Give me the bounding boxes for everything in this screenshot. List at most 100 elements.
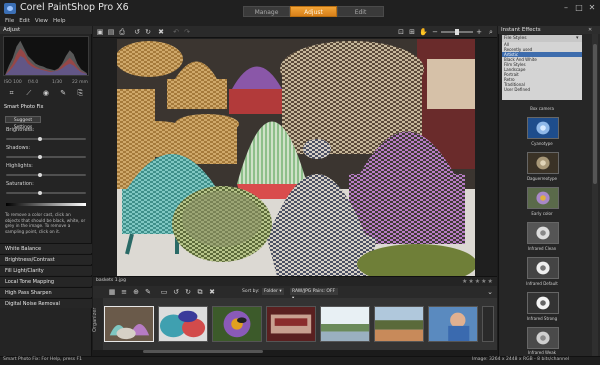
effect-cyanotype[interactable] <box>527 117 559 139</box>
effect-daguerreotype[interactable] <box>527 152 559 174</box>
smart-photo-fix-help: To remove a color cast, click an objects… <box>5 212 86 234</box>
actual-size-icon[interactable]: ⊞ <box>408 28 416 36</box>
effect-infrared-default[interactable] <box>527 257 559 279</box>
maximize-button[interactable]: □ <box>574 3 584 12</box>
rating-stars-icon[interactable]: ★★★★★ <box>462 278 494 285</box>
tag-icon[interactable]: ⊕ <box>132 288 140 296</box>
app-logo-icon <box>4 3 16 14</box>
effects-category-list: All Recently used Artistic Black And Whi… <box>502 42 582 100</box>
zoom-slider[interactable] <box>441 29 473 35</box>
thumbnail-flower[interactable] <box>212 306 262 342</box>
section-fill-light-clarity[interactable]: Fill Light/Clarity <box>0 265 92 275</box>
effect-label: Infrared Strong <box>526 316 558 321</box>
delete-icon[interactable]: ✖ <box>208 288 216 296</box>
filmstrip-filename: baskets 1.jpg <box>96 278 126 283</box>
histogram-iso: ISO 100 <box>4 80 22 85</box>
fit-window-icon[interactable]: ⊡ <box>397 28 405 36</box>
workspace-tabs: Manage Adjust Edit <box>243 6 384 17</box>
saturation-slider[interactable] <box>6 191 86 195</box>
chevron-down-icon[interactable]: ▾ <box>576 35 579 41</box>
highlights-slider[interactable] <box>6 173 86 177</box>
section-high-pass-sharpen[interactable]: High Pass Sharpen <box>0 287 92 297</box>
organizer-label: Organizer <box>92 307 98 332</box>
slider-knob[interactable] <box>37 137 42 141</box>
effect-label: Infrared Default <box>526 281 558 286</box>
menu-help[interactable]: Help <box>53 17 66 26</box>
effect-label: Cyanotype <box>531 141 553 146</box>
zoom-knob[interactable] <box>455 29 459 35</box>
menu-bar: File Edit View Help <box>0 17 600 26</box>
basket-photo <box>117 39 475 276</box>
thumbnail-baskets-1[interactable] <box>104 306 154 342</box>
zoom-in-icon[interactable]: + <box>475 28 483 36</box>
filmstrip-scrollbar[interactable] <box>143 350 263 353</box>
effect-label: Box camera <box>530 106 554 111</box>
brush-icon[interactable]: ✎ <box>144 288 152 296</box>
rotate-left-icon[interactable]: ↺ <box>172 288 180 296</box>
save-icon[interactable]: ▣ <box>96 28 104 36</box>
tab-manage[interactable]: Manage <box>243 6 290 17</box>
adjust-panel-title: Adjust <box>0 26 92 34</box>
thumbnail-landscape-1[interactable] <box>320 306 370 342</box>
close-button[interactable]: ✕ <box>587 3 597 12</box>
collapse-chevron-icon[interactable]: ⌄ <box>486 288 494 296</box>
crop-icon[interactable]: ⌗ <box>8 89 16 97</box>
thumbnail-child[interactable] <box>428 306 478 342</box>
print-icon[interactable]: ⎙ <box>118 28 126 36</box>
section-brightness-contrast[interactable]: Brightness/Contrast <box>0 254 92 264</box>
black-white-gradient <box>6 203 86 206</box>
undo-icon[interactable]: ↶ <box>172 28 180 36</box>
folder-icon[interactable]: ▭ <box>160 288 168 296</box>
thumbnail-view-icon[interactable]: ▦ <box>108 288 116 296</box>
histogram-shutter: 1/30 <box>52 80 63 85</box>
makeover-icon[interactable]: ✎ <box>59 89 67 97</box>
section-digital-noise-removal[interactable]: Digital Noise Removal <box>0 298 92 308</box>
details-view-icon[interactable]: ≡ <box>120 288 128 296</box>
clone-icon[interactable]: ⎘ <box>76 89 84 97</box>
panel-close-icon[interactable]: ✕ <box>588 27 592 33</box>
rotate-right-icon[interactable]: ↻ <box>144 28 152 36</box>
effect-early-color[interactable] <box>527 187 559 209</box>
effect-infrared-clean[interactable] <box>527 222 559 244</box>
pan-icon[interactable]: ✋ <box>419 28 428 36</box>
tab-adjust[interactable]: Adjust <box>290 6 337 17</box>
shadows-slider[interactable] <box>6 155 86 159</box>
suggest-settings-button[interactable]: Suggest Settings <box>5 116 41 130</box>
brightness-slider[interactable] <box>6 137 86 141</box>
redo-icon[interactable]: ↷ <box>183 28 191 36</box>
effects-category-dropdown[interactable]: File Styles <box>502 35 582 42</box>
compare-icon[interactable]: ⧉ <box>196 288 204 296</box>
rotate-right-icon[interactable]: ↻ <box>184 288 192 296</box>
thumbnail-baskets-2[interactable] <box>158 306 208 342</box>
raw-jpg-filter-dropdown[interactable]: RAW/JPG Pairs: OFF ▾ <box>290 288 338 301</box>
menu-edit[interactable]: Edit <box>19 17 30 26</box>
delete-icon[interactable]: ✖ <box>157 28 165 36</box>
slider-knob[interactable] <box>37 173 42 177</box>
slider-knob[interactable] <box>37 155 42 159</box>
tab-edit[interactable]: Edit <box>337 6 384 17</box>
thumbnail-landscape-2[interactable] <box>374 306 424 342</box>
menu-file[interactable]: File <box>5 17 14 26</box>
effect-label: Daguerreotype <box>526 176 558 181</box>
shadows-label: Shadows: <box>6 145 31 151</box>
minimize-button[interactable]: – <box>561 3 571 12</box>
slider-knob[interactable] <box>37 191 42 195</box>
rotate-left-icon[interactable]: ↺ <box>133 28 141 36</box>
effects-scrollbar-thumb[interactable] <box>593 44 597 184</box>
zoom-out-icon[interactable]: − <box>431 28 439 36</box>
section-local-tone-mapping[interactable]: Local Tone Mapping <box>0 276 92 286</box>
save-as-icon[interactable]: ▤ <box>107 28 115 36</box>
menu-view[interactable]: View <box>35 17 48 26</box>
section-white-balance[interactable]: White Balance <box>0 243 92 253</box>
list-item[interactable]: User Defined <box>502 87 582 92</box>
red-eye-icon[interactable]: ◉ <box>42 89 50 97</box>
thumbnail-partial[interactable] <box>482 306 494 342</box>
effect-infrared-weak[interactable] <box>527 327 559 349</box>
effect-infrared-strong[interactable] <box>527 292 559 314</box>
instant-effects-title: Instant Effects <box>498 26 600 34</box>
zoom-search-icon[interactable]: ⌕ <box>487 28 495 36</box>
thumbnail-interior[interactable] <box>266 306 316 342</box>
straighten-icon[interactable]: ⟋ <box>25 89 33 97</box>
sort-dropdown[interactable]: Folder ▾ <box>262 288 284 295</box>
status-image-info: Image: 3264 x 2448 x RGB - 8 bits/channe… <box>472 357 570 362</box>
